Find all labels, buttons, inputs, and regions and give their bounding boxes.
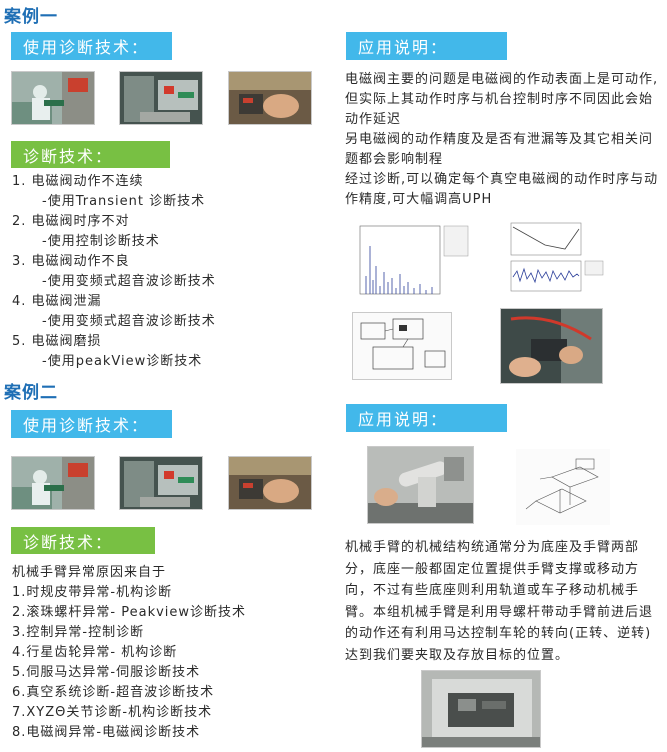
- case2-photo-operator: [11, 456, 95, 510]
- list-item: 1. 电磁阀动作不连续: [12, 174, 144, 189]
- list-item: 4.行星齿轮异常- 机构诊断: [12, 645, 178, 660]
- list-item: 2.滚珠螺杆异常- Peakview诊断技术: [12, 605, 247, 620]
- list-item: 2. 电磁阀时序不对: [12, 214, 130, 229]
- case1-photo-machine: [119, 71, 203, 125]
- list-item: 1.时规皮带异常-机构诊断: [12, 585, 173, 600]
- case2-app-text: 机械手臂的机械结构统通常分为底座及手臂两部分，底座一般都固定位置提供手臂支撑或移…: [345, 540, 654, 663]
- case1-diag-label: 使用诊断技术：: [11, 32, 172, 60]
- robot-arm-drawing: [516, 449, 610, 525]
- case1-app-label: 应用说明：: [346, 32, 507, 60]
- list-item: 4. 电磁阀泄漏: [12, 294, 102, 309]
- case2-diag-label: 使用诊断技术：: [11, 410, 172, 438]
- case2-photo-machine: [119, 456, 203, 510]
- list-item-sub: -使用变频式超音波诊断技术: [42, 314, 216, 329]
- case1-app-text: 电磁阀主要的问题是电磁阀的作动表面上是可动作,但实际上其动作时序与机台控制时序不…: [345, 70, 661, 210]
- spectrum-chart-image: [346, 216, 472, 306]
- list-item-sub: -使用peakView诊断技术: [42, 354, 203, 369]
- list-item: 3. 电磁阀动作不良: [12, 254, 130, 269]
- list-item: 3.控制异常-控制诊断: [12, 625, 145, 640]
- list-item: 5. 电磁阀磨损: [12, 334, 102, 349]
- case2-cause-list: 机械手臂异常原因来自于 1.时规皮带异常-机构诊断 2.滚珠螺杆异常- Peak…: [12, 563, 332, 743]
- case2-title: 案例二: [4, 383, 58, 403]
- schematic-image: [352, 312, 452, 380]
- robot-arm-photo: [367, 446, 474, 524]
- case1-tech-label: 诊断技术：: [11, 141, 170, 168]
- case1-title: 案例一: [4, 7, 58, 27]
- case1-photo-operator: [11, 71, 95, 125]
- waveform-chart-image: [505, 219, 607, 297]
- list-item: 5.伺服马达异常-伺服诊断技术: [12, 665, 201, 680]
- list-item: 7.XYZΘ关节诊断-机构诊断技术: [12, 705, 213, 720]
- list-item-sub: -使用变频式超音波诊断技术: [42, 274, 216, 289]
- paragraph: 电磁阀主要的问题是电磁阀的作动表面上是可动作,但实际上其动作时序与机台控制时序不…: [345, 72, 659, 127]
- case1-tech-list: 1. 电磁阀动作不连续 -使用Transient 诊断技术 2. 电磁阀时序不对…: [12, 172, 312, 372]
- case1-photo-hand: [228, 71, 312, 125]
- list-item-sub: -使用控制诊断技术: [42, 234, 160, 249]
- list-item: 6.真空系统诊断-超音波诊断技术: [12, 685, 215, 700]
- list-item: 8.电磁阀异常-电磁阀诊断技术: [12, 725, 201, 740]
- case2-tech-label: 诊断技术：: [11, 527, 155, 554]
- paragraph: 经过诊断,可以确定每个真空电磁阀的动作时序与动作精度,可大幅调高UPH: [345, 172, 659, 207]
- robot-base-photo: [421, 670, 541, 748]
- paragraph: 另电磁阀的动作精度及是否有泄漏等及其它相关问题都会影响制程: [345, 132, 654, 167]
- case2-photo-hand: [228, 456, 312, 510]
- case2-app-label: 应用说明：: [346, 404, 507, 432]
- valve-device-photo: [500, 308, 603, 384]
- list-item-sub: -使用Transient 诊断技术: [42, 194, 206, 209]
- list-intro: 机械手臂异常原因来自于: [12, 565, 167, 580]
